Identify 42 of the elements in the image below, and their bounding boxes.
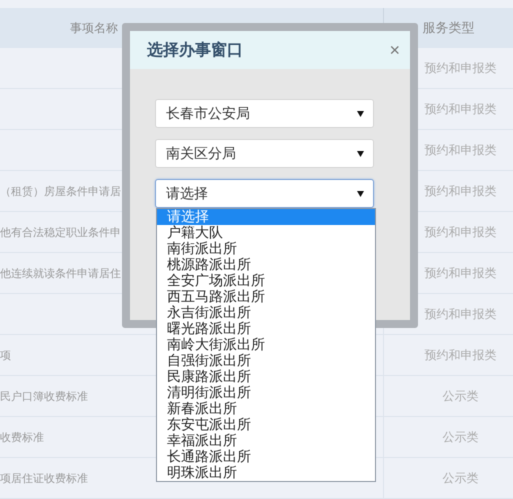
caret-icon [357, 110, 364, 116]
table-cell: 预约和申报类 [424, 306, 496, 322]
dropdown-option[interactable]: 幸福派出所 [157, 433, 375, 449]
table-cell: 预约和申报类 [424, 264, 496, 282]
dialog-title: 选择办事窗口 [147, 40, 243, 60]
dropdown-option[interactable]: 自强街派出所 [157, 353, 375, 369]
dropdown-option[interactable]: 东安屯派出所 [157, 417, 375, 433]
table-cell: 收费标准 [0, 430, 44, 444]
dropdown-option[interactable]: 明珠派出所 [157, 465, 375, 481]
dropdown-option[interactable]: 桃源路派出所 [157, 257, 375, 273]
table-cell: 预约和申报类 [424, 224, 496, 240]
dropdown-option[interactable]: 永吉街派出所 [157, 305, 375, 321]
table-cell: 他有合法稳定职业条件申 [0, 224, 121, 240]
table-cell: 民户口簿收费标准 [0, 388, 88, 404]
table-cell: 预约和申报类 [424, 182, 496, 200]
dropdown-select[interactable]: 南关区分局 [155, 139, 374, 168]
table-cell: 预约和申报类 [424, 142, 496, 158]
table-cell: 公示类 [442, 470, 478, 486]
table-cell: 预约和申报类 [424, 346, 496, 364]
column-header: 事项名称 [69, 20, 119, 36]
dropdown-option[interactable]: 全安广场派出所 [157, 273, 375, 289]
caret-icon [357, 190, 364, 196]
table-cell: 项居住证收费标准 [0, 470, 88, 486]
table-cell: 预约和申报类 [424, 100, 496, 118]
table-cell: 公示类 [442, 428, 478, 446]
dropdown-select[interactable]: 长春市公安局 [155, 99, 374, 128]
table-cell: 预约和申报类 [424, 60, 496, 76]
dropdown-option[interactable]: 请选择 [157, 209, 375, 225]
table-cell: 公示类 [442, 388, 478, 404]
dropdown-option[interactable]: 曙光路派出所 [157, 321, 375, 337]
dropdown-option[interactable]: 清明街派出所 [157, 385, 375, 401]
dropdown-option[interactable]: 南岭大街派出所 [157, 337, 375, 353]
dropdown-option[interactable]: 长通路派出所 [157, 449, 375, 465]
dropdown-option[interactable]: 西五马路派出所 [157, 289, 375, 305]
table-cell: 项 [0, 348, 11, 362]
table-cell: 他连续就读条件申请居住 [0, 266, 121, 280]
table-cell: （租赁）房屋条件申请居 [0, 184, 121, 198]
caret-icon [357, 150, 364, 156]
dropdown-option[interactable]: 南街派出所 [157, 241, 375, 257]
dropdown-option[interactable]: 户籍大队 [157, 225, 375, 241]
dropdown-option[interactable]: 民康路派出所 [157, 369, 375, 385]
dropdown-option[interactable]: 新春派出所 [157, 401, 375, 417]
